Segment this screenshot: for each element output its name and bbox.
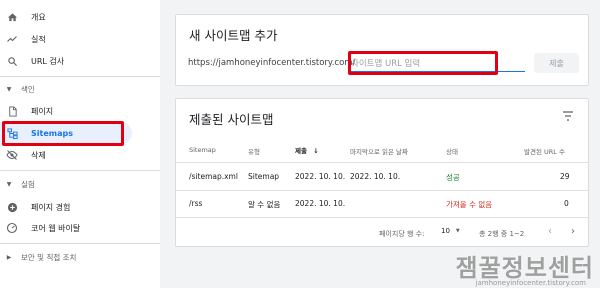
sidebar: 개요 실적 URL 검사 ▼ 색인 페이지 Sitemaps 삭제 ▼ 실험 페…: [0, 0, 160, 288]
add-sitemap-title: 새 사이트맵 추가: [189, 28, 278, 43]
sidebar-item-label: 코어 웹 바이탈: [31, 223, 81, 233]
table-cell-type: Sitemap: [248, 172, 280, 181]
rows-per-page-value: 10: [441, 227, 450, 235]
column-header-sitemap[interactable]: Sitemap: [189, 146, 216, 154]
watermark: 잼꿀정보센터: [455, 254, 594, 282]
sidebar-item-overview[interactable]: 개요: [0, 6, 132, 28]
watermark-url: jamhoneyinfocenter.tistory.com: [475, 279, 586, 287]
submitted-sitemaps-card: 제출된 사이트맵 Sitemap 유형 제출 ↓ 마지막으로 읽은 날짜 상태 …: [175, 98, 589, 247]
status-badge: 성공: [446, 173, 460, 182]
section-label: 실험: [21, 179, 35, 189]
section-label: 색인: [21, 84, 35, 94]
column-header-type[interactable]: 유형: [248, 146, 260, 156]
speedometer-icon: [6, 222, 18, 234]
sidebar-item-url-inspection[interactable]: URL 검사: [0, 50, 132, 72]
url-prefix: https://jamhoneyinfocenter.tistory.com/: [188, 58, 356, 68]
search-icon: [6, 55, 18, 67]
divider: [176, 162, 588, 163]
pagination-range: 총 2행 중 1~2: [479, 230, 525, 238]
rows-per-page-select[interactable]: 10 ▼: [441, 227, 460, 235]
section-security-toggle[interactable]: ▶ 보안 및 직접 조치: [0, 249, 150, 265]
caret-right-icon: ▶: [6, 253, 12, 261]
chevron-right-icon[interactable]: ›: [571, 226, 575, 237]
column-header-urls[interactable]: 발견된 URL 수: [524, 146, 565, 156]
table-cell-submitted: 2022. 10. 10.: [295, 199, 346, 208]
divider: [0, 170, 160, 171]
plus-circle-icon: [6, 201, 18, 213]
column-header-last-read[interactable]: 마지막으로 읽은 날짜: [350, 146, 408, 156]
caret-down-icon: ▼: [6, 180, 12, 188]
sidebar-item-label: 페이지: [31, 106, 54, 116]
submit-button[interactable]: 제출: [534, 53, 579, 73]
column-header-submitted[interactable]: 제출 ↓: [295, 145, 319, 155]
filter-icon[interactable]: [562, 111, 574, 121]
section-label: 보안 및 직접 조치: [21, 252, 77, 262]
rows-per-page-label: 페이지당 행 수:: [379, 230, 425, 238]
sidebar-item-pages[interactable]: 페이지: [0, 100, 132, 122]
chevron-left-icon[interactable]: ‹: [548, 226, 552, 237]
column-header-label: 제출: [295, 147, 307, 155]
add-sitemap-card: 새 사이트맵 추가 https://jamhoneyinfocenter.tis…: [175, 14, 589, 86]
arrow-down-icon: ↓: [313, 147, 319, 155]
divider: [0, 243, 160, 244]
table-cell-type: 알 수 없음: [248, 200, 281, 209]
divider: [176, 217, 588, 218]
status-badge: 가져올 수 없음: [446, 200, 493, 209]
sidebar-item-label: 삭제: [31, 150, 46, 160]
sidebar-item-label: URL 검사: [31, 56, 65, 66]
table-cell-sitemap[interactable]: /rss: [189, 199, 202, 208]
section-index-toggle[interactable]: ▼ 색인: [0, 81, 150, 97]
submitted-sitemaps-title: 제출된 사이트맵: [189, 112, 274, 127]
table-cell-sitemap[interactable]: /sitemap.xml: [189, 172, 238, 181]
sidebar-item-page-experience[interactable]: 페이지 경험: [0, 196, 132, 218]
home-icon: [6, 11, 18, 23]
sidebar-item-performance[interactable]: 실적: [0, 28, 132, 50]
divider: [0, 76, 160, 77]
table-cell-urls: 29: [560, 172, 570, 181]
section-experience-toggle[interactable]: ▼ 실험: [0, 176, 150, 192]
sidebar-item-label: 개요: [31, 12, 46, 22]
highlight-box-sitemaps: [2, 121, 124, 146]
sidebar-item-label: 페이지 경험: [31, 202, 71, 212]
table-cell-submitted: 2022. 10. 10.: [295, 172, 346, 181]
sidebar-item-label: 실적: [31, 34, 46, 44]
trending-up-icon: [6, 33, 18, 45]
eye-off-icon: [6, 149, 18, 161]
highlight-box-input: [348, 51, 498, 75]
page-icon: [6, 105, 18, 117]
table-cell-last-read: 2022. 10. 10.: [350, 172, 401, 181]
table-cell-urls: 0: [564, 199, 569, 208]
caret-down-icon: ▼: [6, 85, 12, 93]
column-header-status[interactable]: 상태: [446, 146, 458, 156]
sidebar-item-core-web-vitals[interactable]: 코어 웹 바이탈: [0, 217, 132, 239]
caret-down-icon: ▼: [455, 228, 460, 234]
sidebar-item-removals[interactable]: 삭제: [0, 144, 132, 166]
divider: [176, 190, 588, 191]
